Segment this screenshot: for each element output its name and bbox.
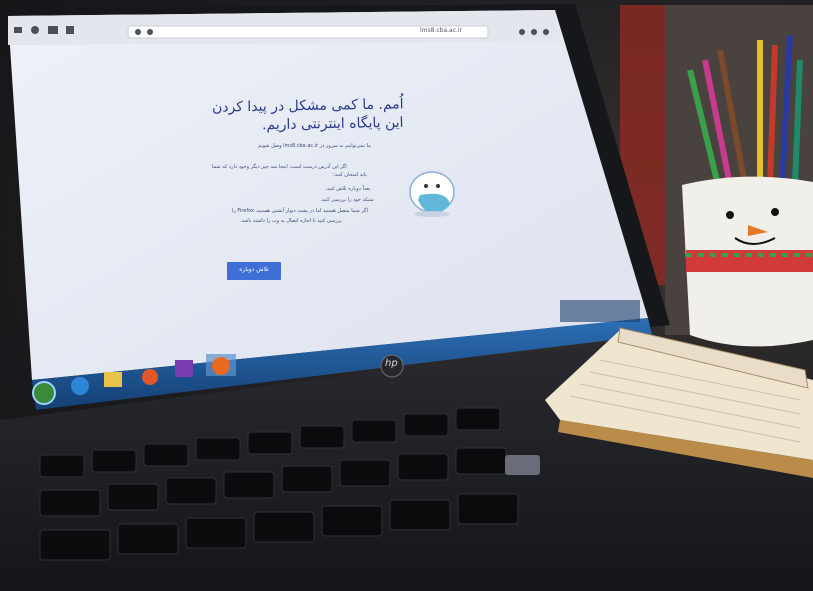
error-subtitle: ما نمی‌توانیم به سرور در lms8.cba.ac.ir … — [258, 143, 371, 149]
tray — [560, 300, 640, 322]
url-text[interactable]: lms8.cba.ac.ir — [420, 27, 462, 34]
media-icon — [142, 369, 158, 385]
start-button-icon — [32, 381, 56, 405]
explorer-icon — [104, 372, 122, 387]
ie-icon — [71, 377, 89, 395]
bullet-2: شبکه خود را بررسی کنید. — [320, 197, 374, 203]
scene-graphics — [0, 4, 813, 591]
hp-logo-text: hp — [385, 358, 398, 369]
intro-line1: اگر این آدرس درست است، اینجا سه چیز دیگر… — [212, 164, 347, 170]
bullet-3: اگر شما متصل هستید اما در پشت دیوار آتشی… — [232, 208, 368, 214]
laptop-screen — [8, 10, 648, 380]
vs-icon — [175, 360, 193, 377]
bullet-4: بررسی کنید تا اجازه اتصال به وب را داشته… — [240, 218, 342, 224]
retry-button[interactable]: تلاش دوباره — [232, 266, 276, 273]
bullet-1: بعداً دوباره تلاش کنید. — [325, 186, 371, 192]
error-title-line1: اُمم. ما کمی مشکل در پیدا کردن — [211, 96, 404, 116]
key-highlight — [505, 455, 540, 475]
error-title-line2: این پایگاه اینترنتی داریم. — [261, 114, 404, 134]
firefox-icon — [212, 357, 230, 375]
photo-scene: lms8.cba.ac.ir اُمم. ما کمی مشکل در پیدا… — [0, 0, 813, 591]
intro-line2: باید امتحان کنید: — [333, 172, 367, 178]
